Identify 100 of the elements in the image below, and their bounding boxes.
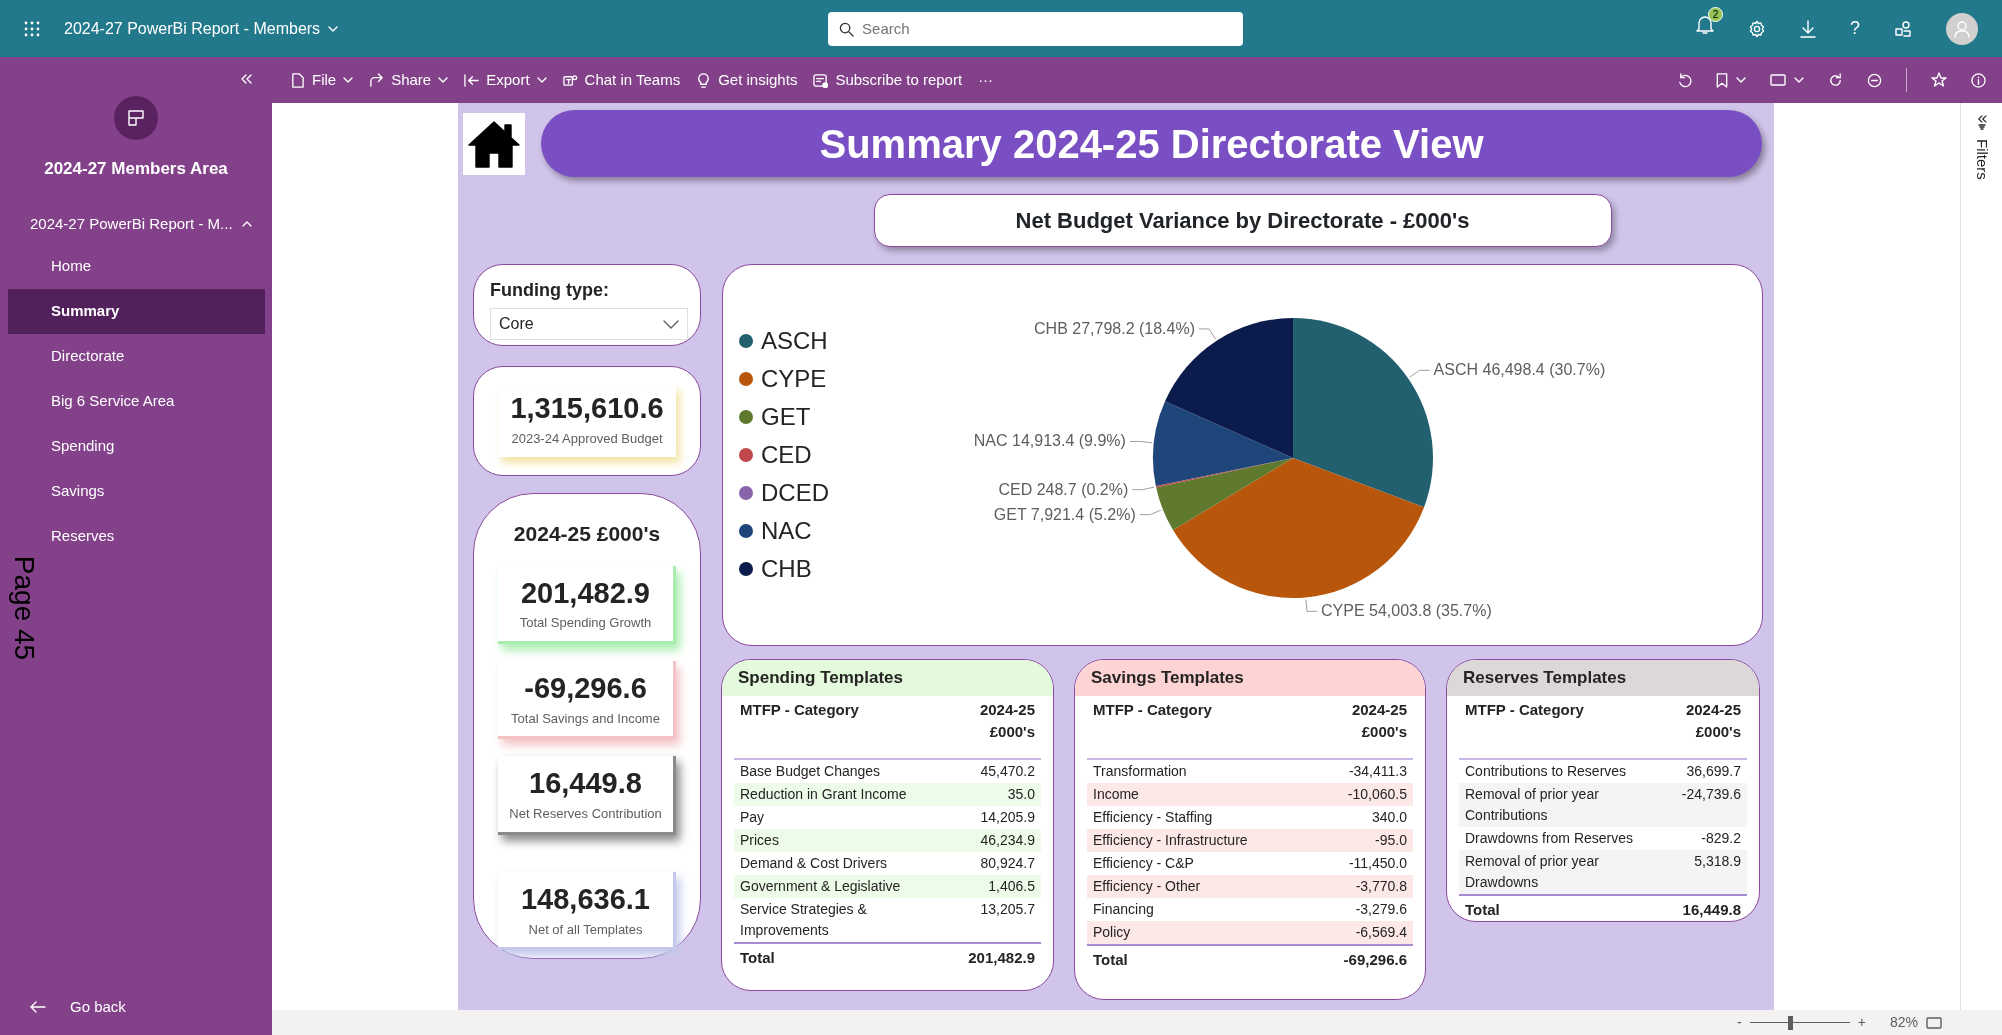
data-label: ASCH 46,498.4 (30.7%)	[1433, 361, 1606, 379]
legend-label: DCED	[761, 478, 829, 508]
table-title: Savings Templates	[1075, 660, 1425, 696]
export-icon	[464, 72, 480, 88]
toolbar-button[interactable]: Get insights	[688, 68, 806, 92]
page-nav-item[interactable]: Summary	[8, 289, 265, 334]
table-cell: Transformation	[1087, 758, 1333, 783]
page-nav-item[interactable]: Home	[8, 244, 265, 289]
table-cell: Reduction in Grant Income	[734, 782, 961, 806]
table-cell: -95.0	[1333, 828, 1413, 852]
leader-line	[1198, 328, 1217, 340]
search-field[interactable]: Search	[828, 11, 1244, 46]
slider-thumb[interactable]	[1787, 1015, 1793, 1030]
info-icon[interactable]	[1971, 72, 1986, 88]
app-launcher-icon[interactable]	[24, 20, 40, 37]
filters-pane-toggle[interactable]: Filters	[1970, 139, 1993, 180]
table-cell: Policy	[1087, 920, 1333, 945]
total-cell: Total	[734, 942, 961, 970]
table-cell: -10,060.5	[1333, 782, 1413, 806]
toolbar-button[interactable]: Subscribe to report	[805, 68, 971, 92]
funding-type-dropdown[interactable]: Core	[490, 308, 688, 340]
table-cell: Income	[1087, 782, 1333, 806]
table-cell: Efficiency - C&P	[1087, 851, 1333, 875]
kpi-label: Total Spending Growth	[518, 614, 653, 633]
column-header: MTFP - Category	[734, 695, 961, 759]
data-label: CED 248.7 (0.2%)	[998, 480, 1129, 498]
bookmark-icon[interactable]	[1716, 72, 1728, 88]
report-title-menu[interactable]: 2024-27 PowerBi Report - Members	[64, 16, 339, 41]
table-cell: 14,205.9	[961, 805, 1041, 829]
data-label: NAC 14,913.4 (9.9%)	[973, 432, 1126, 450]
refresh-icon[interactable]	[1828, 72, 1843, 88]
zoom-out-button[interactable]: -	[1737, 1012, 1742, 1033]
chevron-down-icon[interactable]	[1736, 77, 1746, 83]
table-cell: 1,406.5	[961, 874, 1041, 898]
leader-line	[1131, 486, 1155, 491]
leader-line	[1409, 369, 1431, 378]
column-header: 2024-25 £000's	[961, 695, 1041, 759]
download-icon[interactable]	[1800, 19, 1816, 38]
table-cell: 13,205.7	[961, 897, 1041, 943]
share-icon	[369, 72, 385, 88]
legend-label: CYPE	[761, 364, 827, 394]
undo-icon[interactable]	[1677, 72, 1692, 88]
kpi-label: Net Reserves Contribution	[508, 805, 663, 824]
table-cell: -6,569.4	[1333, 920, 1413, 945]
zoom-in-button[interactable]: +	[1857, 1012, 1866, 1033]
toolbar-button[interactable]: Share	[361, 68, 457, 92]
legend-label: ASCH	[761, 326, 828, 356]
table-cell: Demand & Cost Drivers	[734, 851, 961, 875]
bell-icon	[1696, 15, 1714, 35]
table-title: Reserves Templates	[1447, 660, 1759, 696]
page-nav-item[interactable]: Big 6 Service Area	[8, 379, 265, 424]
page-nav-item[interactable]: Savings	[8, 469, 265, 514]
expand-icon[interactable]	[1976, 115, 1987, 123]
total-cell: Total	[1459, 894, 1667, 921]
settings-icon[interactable]	[1748, 19, 1766, 38]
star-icon[interactable]	[1931, 72, 1947, 88]
table-cell: -34,411.3	[1333, 758, 1413, 783]
table-cell: -24,739.6	[1667, 782, 1747, 827]
table-cell: Government & Legislative	[734, 874, 961, 898]
zoom-percent: 82%	[1889, 1013, 1918, 1032]
leader-line	[1139, 509, 1162, 516]
toolbar-button[interactable]: File	[282, 68, 362, 92]
home-icon	[467, 118, 521, 169]
notifications-button[interactable]	[1696, 15, 1714, 35]
table-cell: -11,450.0	[1333, 851, 1413, 875]
page-nav-item[interactable]: Directorate	[8, 334, 265, 379]
table-cell: Removal of prior year Contributions	[1459, 782, 1667, 827]
report-nav-item[interactable]: 2024-27 PowerBi Report - M...	[24, 211, 258, 236]
chevron-down-icon	[328, 25, 339, 32]
table-cell: -829.2	[1667, 826, 1747, 850]
zoom-slider[interactable]	[1749, 1015, 1850, 1030]
home-button[interactable]	[463, 112, 525, 175]
kpi-value: -69,296.6	[523, 672, 648, 705]
column-header: MTFP - Category	[1087, 695, 1333, 759]
table-cell: 35.0	[961, 782, 1041, 806]
help-button[interactable]: ?	[1850, 15, 1860, 42]
report-title-banner: Summary 2024-25 Directorate View	[541, 110, 1762, 177]
fit-to-page-icon[interactable]	[1926, 1016, 1942, 1029]
notification-count: 2	[1708, 7, 1723, 22]
chevron-down-icon[interactable]	[1794, 77, 1804, 83]
table-cell: Prices	[734, 828, 961, 852]
page-nav-item[interactable]: Spending	[8, 424, 265, 469]
toolbar-button[interactable]: Chat in Teams	[554, 68, 689, 92]
view-icon[interactable]	[1770, 74, 1786, 86]
go-back-button[interactable]: Go back	[24, 994, 272, 1019]
share-people-icon[interactable]	[1894, 19, 1912, 38]
person-silhouette-icon	[1953, 19, 1971, 38]
kpi-label: 2023-24 Approved Budget	[510, 430, 664, 449]
more-options-button[interactable]: ···	[970, 68, 1002, 92]
table-cell: 36,699.7	[1667, 758, 1747, 783]
toolbar-button[interactable]: Export	[456, 68, 555, 92]
column-header: 2024-25 £000's	[1667, 695, 1747, 759]
legend-label: GET	[761, 402, 811, 432]
table-cell: -3,770.8	[1333, 874, 1413, 898]
kpi-value: 1,315,610.6	[509, 393, 665, 426]
collapse-icon[interactable]	[240, 74, 252, 84]
file-icon	[290, 72, 305, 88]
kpi-value: 201,482.9	[520, 577, 651, 610]
avatar[interactable]	[1946, 12, 1978, 45]
table-cell: Base Budget Changes	[734, 758, 961, 783]
